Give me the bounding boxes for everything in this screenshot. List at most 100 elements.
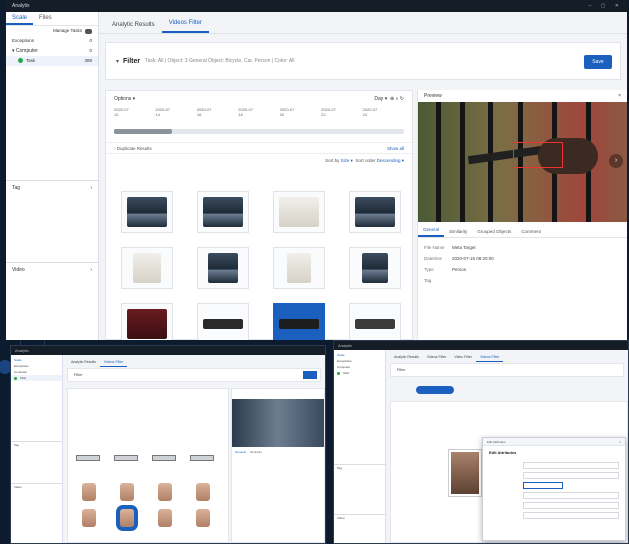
tag-section[interactable]: Tag › [6,180,98,195]
van-image [287,253,311,283]
result-thumbnail[interactable] [197,303,249,340]
tab-analytic-results[interactable]: Analytic Results [67,358,100,367]
sort-order-label: Sort order [355,158,376,163]
result-thumbnail[interactable] [273,247,325,289]
tab-videos-filter-active[interactable]: Videos Filter [475,353,504,362]
search-icon[interactable]: ⌕ [396,96,399,102]
result-thumbnail[interactable] [349,247,401,289]
chevron-right-icon[interactable]: › [90,267,92,273]
field-key: Tag [424,278,432,283]
sort-select[interactable]: Size ▾ [341,158,353,163]
plate-thumbnail[interactable] [190,455,214,461]
filter-bar[interactable]: ▾ Filter Task: All | Object: 3 General O… [105,42,621,80]
result-thumbnail[interactable] [349,191,401,233]
result-thumbnail[interactable] [121,303,173,340]
sidebar-item-task[interactable]: Task [11,375,62,381]
close-icon[interactable]: × [619,440,621,444]
tab-analytic-results[interactable]: Analytic Results [390,353,423,362]
dialog-input[interactable] [523,462,619,469]
timeline[interactable]: 2020-07 12 2020-07 14 2020-07 16 2020-07 18 … [106,107,412,125]
video-section[interactable]: Video › [6,262,98,277]
tab-general[interactable]: General [235,450,246,454]
show-all-link[interactable]: Show all [387,143,404,153]
next-arrow-icon[interactable]: › [609,154,623,168]
tab-general[interactable]: General [418,224,445,237]
video-section[interactable]: Video [334,514,385,520]
tag-section[interactable]: Tag [11,441,62,447]
face-thumbnail[interactable] [158,509,172,527]
sidebar-item-task[interactable]: Task [334,370,385,376]
face-thumbnail[interactable] [82,509,96,527]
result-thumbnail[interactable] [197,247,249,289]
toggle-icon[interactable] [85,28,92,34]
unit-select[interactable]: Day ▾ ⊕ ⌕ ↻ [374,96,404,102]
result-thumbnail-selected[interactable] [273,303,325,340]
timeline-scrollbar-thumb[interactable] [114,129,172,134]
sort-order-select[interactable]: Descending ▾ [377,158,404,163]
status-dot-icon [14,376,17,380]
face-thumbnail[interactable] [196,483,210,501]
window-controls[interactable]: – ▢ ✕ [589,0,623,12]
result-thumbnail[interactable] [273,191,325,233]
options-select[interactable]: Options ▾ [114,96,135,102]
sidebar-item-label: Task [26,58,36,63]
face-thumbnail[interactable] [82,483,96,501]
face-thumbnail[interactable] [120,483,134,501]
tab-similarity[interactable]: Similarity [444,226,472,237]
tab-comment[interactable]: Comment [516,226,546,237]
chevron-right-icon[interactable]: › [90,185,92,191]
sidebar-item-task[interactable]: Task 389 [6,56,98,66]
filter-bar[interactable]: Filter [390,363,624,377]
face-thumbnail-selected[interactable] [116,505,138,531]
result-thumbnail[interactable] [197,191,249,233]
chevron-down-icon[interactable]: ▾ [116,58,119,65]
sidebar: Scale Exceptions Computer Task Tag Video [334,350,386,543]
face-thumbnail[interactable] [158,483,172,501]
video-section[interactable]: Video [11,483,62,489]
plate-thumbnail[interactable] [152,455,176,461]
result-thumbnail[interactable] [349,303,401,340]
save-button[interactable]: Save [584,55,612,69]
dialog-input[interactable] [523,472,619,479]
tab-videos-filter[interactable]: Videos Filter [423,353,450,362]
close-icon[interactable]: × [618,93,621,99]
sidebar: Scale Exceptions Computer Task Tag Video [11,355,63,543]
tab-similarity[interactable]: Similarity [250,450,262,454]
tab-video-filter[interactable]: Video Filter [450,353,476,362]
timeline-tick: 2020-07 24 [363,107,404,125]
timeline-scrollbar[interactable] [114,129,404,134]
tab-grouped-objects[interactable]: Grouped Objects [472,226,516,237]
crowd-preview-image[interactable] [232,399,324,447]
face-preview-image[interactable] [448,449,482,497]
sidebar-tab-scale[interactable]: Scale [6,12,34,25]
tag-section-title: Tag [12,185,21,191]
tab-videos-filter[interactable]: Videos Filter [99,358,128,367]
dialog-input[interactable] [523,512,619,519]
sidebar-item-exceptions[interactable]: Exceptions 0 [6,36,98,46]
result-thumbnail[interactable] [121,191,173,233]
face-thumbnail[interactable] [196,509,210,527]
dialog-input[interactable] [523,502,619,509]
chevron-right-icon[interactable]: › [114,146,116,151]
filter-bar[interactable]: Filter [67,368,321,382]
refresh-icon[interactable]: ↻ [400,96,404,102]
zoom-in-icon[interactable]: ⊕ [390,96,394,102]
secondary-window-faces: Analytix Scale Exceptions Computer Task … [10,345,326,544]
dialog-input[interactable] [523,492,619,499]
dialog-input-active[interactable] [523,482,563,489]
plate-thumbnail[interactable] [114,455,138,461]
pill-button[interactable] [416,386,454,394]
preview-image[interactable]: › [418,102,627,222]
tab-videos-filter[interactable]: Videos Filter [161,15,209,33]
result-thumbnail[interactable] [121,247,173,289]
plate-thumbnail[interactable] [76,455,100,461]
tab-analytic-results[interactable]: Analytic Results [105,17,162,33]
filter-summary: Task: All | Object: 3 General Object: Bi… [145,58,295,64]
tag-section[interactable]: Tag [334,464,385,470]
secondary-window-edit-attributes: Analytix Scale Exceptions Computer Task … [333,340,629,544]
collapse-icon[interactable]: ▾ Computer [12,46,38,56]
manage-tasks-row[interactable]: Manage Tasks [6,26,98,36]
sidebar-item-computer[interactable]: ▾ Computer 0 [6,46,98,56]
sidebar-tab-files[interactable]: Files [33,12,58,25]
save-button[interactable] [303,371,317,379]
